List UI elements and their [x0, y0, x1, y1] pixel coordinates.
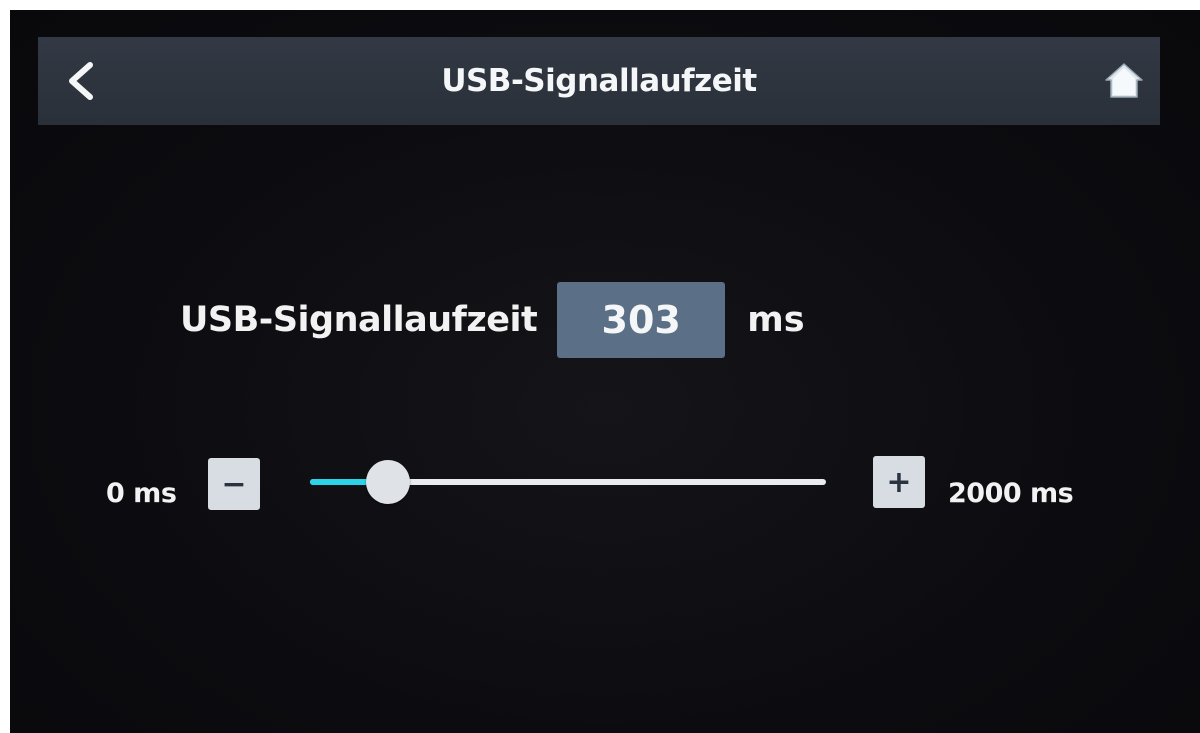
min-label: 0 ms: [106, 478, 177, 509]
plus-icon: +: [886, 464, 912, 500]
delay-slider[interactable]: [310, 454, 826, 510]
touch-screen: USB-Signallaufzeit USB-Signallaufzeit 30…: [10, 10, 1200, 733]
increment-button[interactable]: +: [873, 456, 925, 508]
minus-icon: −: [221, 466, 247, 502]
max-label: 2000 ms: [948, 478, 1074, 509]
title-bar: USB-Signallaufzeit: [38, 37, 1160, 125]
value-row: USB-Signallaufzeit 303 ms: [180, 282, 805, 358]
home-button[interactable]: [1094, 51, 1154, 111]
home-icon: [1105, 63, 1143, 98]
setting-label: USB-Signallaufzeit: [180, 300, 538, 340]
decrement-button[interactable]: −: [208, 458, 260, 510]
device-bezel: USB-Signallaufzeit USB-Signallaufzeit 30…: [0, 0, 1200, 733]
unit-label: ms: [747, 300, 805, 340]
page-title: USB-Signallaufzeit: [441, 63, 757, 99]
slider-thumb[interactable]: [366, 460, 410, 504]
value-field[interactable]: 303: [557, 282, 726, 358]
